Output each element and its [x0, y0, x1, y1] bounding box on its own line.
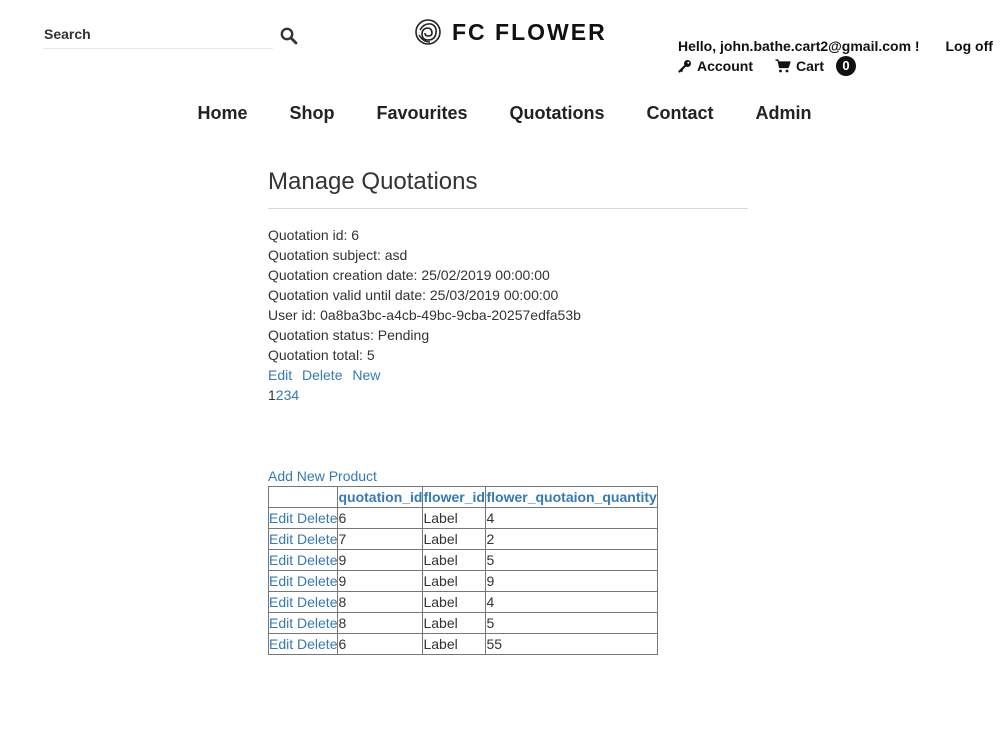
table-row: Edit Delete 6 Label 55	[267, 633, 658, 655]
logoff-link[interactable]: Log off	[945, 38, 992, 54]
account-link[interactable]: Account	[678, 58, 753, 74]
quotation-products-table: quotation_id flower_id flower_quotaion_q…	[267, 486, 658, 655]
nav-shop[interactable]: Shop	[289, 101, 334, 125]
brand[interactable]: FC FLOWER	[414, 17, 607, 47]
quotation-actions: Edit Delete New	[268, 365, 748, 385]
row-delete-link[interactable]: Delete	[297, 510, 337, 526]
row-edit-link[interactable]: Edit	[269, 615, 293, 631]
table-row: Edit Delete 8 Label 5	[267, 612, 658, 634]
quotation-subject: Quotation subject: asd	[268, 247, 408, 263]
row-edit-link[interactable]: Edit	[269, 552, 293, 568]
table-row: Edit Delete 6 Label 4	[267, 507, 658, 529]
title-divider	[268, 208, 748, 209]
cell-quotation-id: 9	[337, 570, 424, 592]
cell-flower-id: Label	[422, 612, 487, 634]
row-delete-link[interactable]: Delete	[297, 636, 337, 652]
cell-quantity: 9	[485, 570, 658, 592]
row-edit-link[interactable]: Edit	[269, 594, 293, 610]
header-actions	[267, 486, 339, 508]
search-icon	[280, 27, 298, 45]
cell-quotation-id: 8	[337, 591, 424, 613]
table-row: Edit Delete 8 Label 4	[267, 591, 658, 613]
pager-current: 1	[268, 387, 276, 403]
cart-icon	[775, 59, 791, 73]
cell-quotation-id: 9	[337, 549, 424, 571]
account-label: Account	[697, 58, 753, 74]
header-flower-id[interactable]: flower_id	[422, 486, 487, 508]
quotation-user-id: User id: 0a8ba3bc-a4cb-49bc-9cba-20257ed…	[268, 307, 581, 323]
quotation-total: Quotation total: 5	[268, 347, 375, 363]
nav-favourites[interactable]: Favourites	[376, 101, 467, 125]
row-edit-link[interactable]: Edit	[269, 531, 293, 547]
pager-page-4[interactable]: 4	[291, 387, 299, 403]
nav-quotations[interactable]: Quotations	[510, 101, 605, 125]
cell-quotation-id: 8	[337, 612, 424, 634]
row-delete-link[interactable]: Delete	[297, 615, 337, 631]
search-field	[43, 22, 273, 49]
quotation-valid-until: Quotation valid until date: 25/03/2019 0…	[268, 287, 559, 303]
cell-quotation-id: 6	[337, 507, 424, 529]
new-quotation-link[interactable]: New	[352, 367, 380, 383]
quotation-creation-date: Quotation creation date: 25/02/2019 00:0…	[268, 267, 550, 283]
search-button[interactable]	[280, 27, 300, 47]
cart-link[interactable]: Cart	[775, 58, 824, 74]
pager: 1234	[268, 385, 748, 405]
row-delete-link[interactable]: Delete	[297, 573, 337, 589]
cart-count-badge: 0	[836, 56, 857, 76]
cart-label: Cart	[796, 58, 825, 74]
cell-flower-id: Label	[422, 591, 487, 613]
table-header-row: quotation_id flower_id flower_quotaion_q…	[267, 486, 658, 508]
key-icon	[678, 60, 691, 73]
user-panel: Hello, john.bathe.cart2@gmail.com ! Log …	[678, 36, 993, 76]
cell-quantity: 4	[485, 507, 658, 529]
add-new-product-link[interactable]: Add New Product	[268, 466, 377, 486]
row-edit-link[interactable]: Edit	[269, 636, 293, 652]
cell-quantity: 5	[485, 612, 658, 634]
brand-name: FC FLOWER	[452, 18, 607, 45]
search-input[interactable]	[43, 22, 264, 46]
cell-flower-id: Label	[422, 549, 487, 571]
cell-quantity: 4	[485, 591, 658, 613]
edit-quotation-link[interactable]: Edit	[268, 367, 292, 383]
cell-flower-id: Label	[422, 633, 487, 655]
row-edit-link[interactable]: Edit	[269, 573, 293, 589]
main-navigation: Home Shop Favourites Quotations Contact …	[0, 101, 1007, 125]
cell-flower-id: Label	[422, 570, 487, 592]
quotation-status: Quotation status: Pending	[268, 327, 430, 343]
cell-flower-id: Label	[422, 528, 487, 550]
cell-quantity: 2	[485, 528, 658, 550]
row-delete-link[interactable]: Delete	[297, 531, 337, 547]
table-row: Edit Delete 9 Label 9	[267, 570, 658, 592]
cell-quotation-id: 6	[337, 633, 424, 655]
nav-contact[interactable]: Contact	[647, 101, 714, 125]
cell-quantity: 5	[485, 549, 658, 571]
row-delete-link[interactable]: Delete	[297, 552, 337, 568]
user-greeting: Hello, john.bathe.cart2@gmail.com !	[678, 38, 920, 54]
header-quotation-id[interactable]: quotation_id	[337, 486, 424, 508]
cell-quantity: 55	[485, 633, 658, 655]
nav-admin[interactable]: Admin	[756, 101, 812, 125]
quotation-details: Manage Quotations Quotation id: 6 Quotat…	[268, 166, 748, 405]
cell-flower-id: Label	[422, 507, 487, 529]
page-title: Manage Quotations	[268, 168, 478, 195]
rose-logo-icon	[415, 19, 441, 45]
delete-quotation-link[interactable]: Delete	[302, 367, 342, 383]
table-row: Edit Delete 9 Label 5	[267, 549, 658, 571]
header-quantity[interactable]: flower_quotaion_quantity	[485, 486, 658, 508]
table-row: Edit Delete 7 Label 2	[267, 528, 658, 550]
pager-page-2[interactable]: 2	[276, 387, 284, 403]
quotation-id: Quotation id: 6	[268, 227, 360, 243]
row-delete-link[interactable]: Delete	[297, 594, 337, 610]
cell-quotation-id: 7	[337, 528, 424, 550]
row-edit-link[interactable]: Edit	[269, 510, 293, 526]
nav-home[interactable]: Home	[197, 101, 247, 125]
